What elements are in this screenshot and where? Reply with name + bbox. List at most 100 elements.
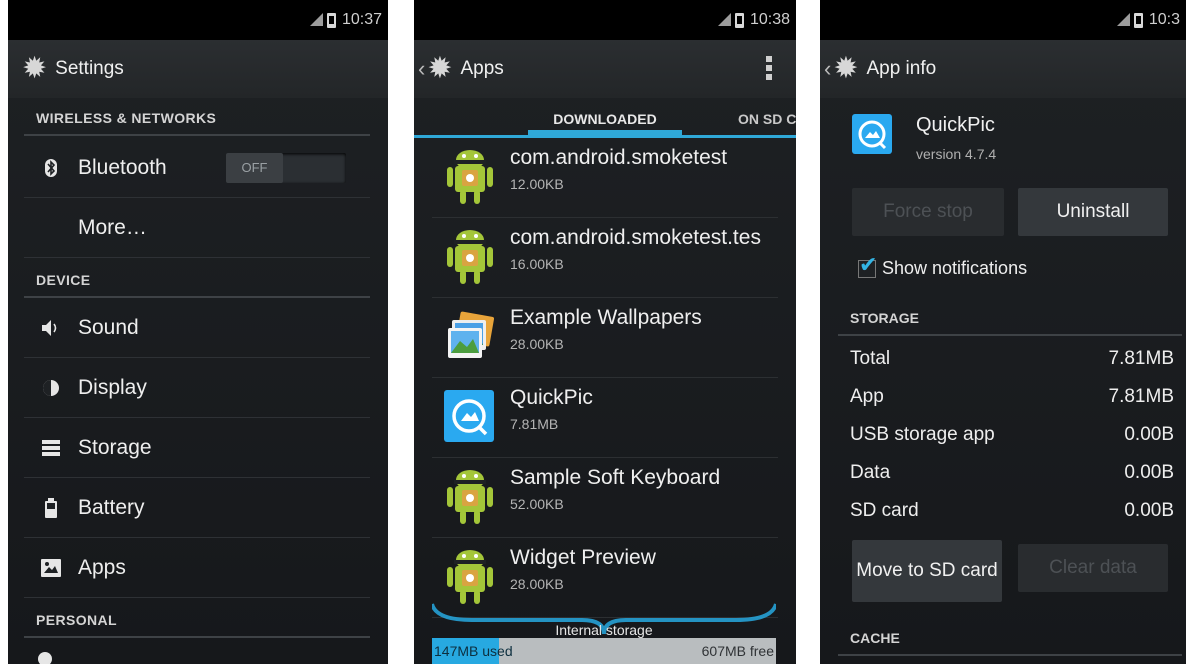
app-size: 52.00KB [510, 496, 564, 512]
section-personal: PERSONAL [24, 600, 370, 638]
app-name: com.android.smoketest [510, 146, 728, 169]
settings-gear-icon: ✹ [833, 52, 859, 85]
app-version: version 4.7.4 [916, 146, 997, 162]
signal-icon [1116, 12, 1130, 26]
settings-item-display[interactable]: Display [24, 358, 370, 418]
bluetooth-label: Bluetooth [78, 155, 167, 179]
storage-used-label: 147MB used [434, 643, 513, 659]
back-chevron-icon[interactable]: ‹ [824, 56, 831, 82]
android-icon [444, 468, 496, 526]
battery-status-icon [1133, 12, 1143, 28]
apps-screen: 10:38 ‹ ✹ Apps DOWNLOADED ON SD C com.an… [414, 0, 796, 664]
storage-detail-label: SD card [850, 500, 919, 521]
app-list-item[interactable]: com.android.smoketest.tes 16.00KB [432, 218, 778, 298]
app-name: Sample Soft Keyboard [510, 466, 721, 489]
storage-detail-value: 7.81MB [1108, 348, 1174, 369]
status-bar: 10:3 [820, 0, 1186, 40]
sound-label: Sound [78, 315, 139, 339]
settings-item-more[interactable]: More… [24, 198, 370, 258]
overflow-menu-icon[interactable] [766, 56, 772, 80]
checkmark-icon: ✔ [859, 251, 878, 277]
app-name: Example Wallpapers [510, 306, 702, 329]
app-size: 28.00KB [510, 576, 564, 592]
signal-icon [309, 12, 323, 26]
page-title: Settings [55, 58, 124, 79]
storage-detail-row: SD card 0.00B [850, 500, 1174, 538]
clear-data-button[interactable]: Clear data [1018, 544, 1168, 592]
action-bar[interactable]: ‹ ✹ Apps [414, 40, 796, 98]
status-bar: 10:38 [414, 0, 796, 40]
page-title: App info [866, 58, 937, 79]
move-to-sd-card-button[interactable]: Move to SD card [852, 540, 1002, 602]
uninstall-button[interactable]: Uninstall [1018, 188, 1168, 236]
tab-strip: DOWNLOADED ON SD C [414, 98, 796, 138]
status-bar: 10:37 [8, 0, 388, 40]
action-bar[interactable]: ‹ ✹ App info [820, 40, 1186, 98]
bluetooth-icon [24, 158, 78, 178]
app-size: 12.00KB [510, 176, 564, 192]
storage-detail-row: App 7.81MB [850, 386, 1174, 424]
apps-icon [24, 558, 78, 577]
storage-icon [24, 439, 78, 456]
app-size: 28.00KB [510, 336, 564, 352]
storage-detail-row: Data 0.00B [850, 462, 1174, 500]
battery-label: Battery [78, 495, 145, 519]
android-icon [444, 228, 496, 286]
display-label: Display [78, 375, 147, 399]
app-size: 16.00KB [510, 256, 564, 272]
tab-on-sd-card[interactable]: ON SD C [738, 98, 796, 127]
section-storage: STORAGE [838, 298, 1182, 336]
storage-detail-label: App [850, 386, 884, 407]
section-cache: CACHE [838, 618, 1182, 656]
section-wireless-networks: WIRELESS & NETWORKS [24, 98, 370, 136]
back-chevron-icon[interactable]: ‹ [418, 56, 425, 82]
storage-free-label: 607MB free [701, 643, 774, 659]
app-size: 7.81MB [510, 416, 559, 432]
storage-detail-label: Total [850, 348, 891, 369]
storage-detail-value: 0.00B [1124, 424, 1174, 445]
app-list-item[interactable]: Sample Soft Keyboard 52.00KB [432, 458, 778, 538]
show-notifications-label: Show notifications [882, 258, 1028, 278]
settings-gear-icon: ✹ [427, 52, 453, 85]
app-list-item[interactable]: Example Wallpapers 28.00KB [432, 298, 778, 378]
battery-status-icon [326, 12, 336, 28]
battery-status-icon [734, 12, 744, 28]
storage-usage-bar: 147MB used 607MB free [432, 638, 776, 664]
status-time: 10:37 [341, 11, 382, 28]
settings-item-sound[interactable]: Sound [24, 298, 370, 358]
app-list-item[interactable]: com.android.smoketest 12.00KB [432, 138, 778, 218]
android-icon [444, 148, 496, 206]
storage-detail-value: 7.81MB [1108, 386, 1174, 407]
storage-label: Internal storage [555, 622, 653, 638]
toggle-off-label: OFF [226, 152, 283, 183]
status-time: 10:38 [749, 11, 790, 28]
section-device: DEVICE [24, 260, 370, 298]
checkbox-box[interactable]: ✔ [858, 252, 877, 278]
storage-detail-label: Data [850, 462, 891, 483]
storage-label: Storage [78, 435, 152, 459]
wallpapers-icon [444, 308, 496, 366]
storage-detail-row: USB storage app 0.00B [850, 424, 1174, 462]
app-name: QuickPic [510, 386, 593, 409]
settings-item-bluetooth[interactable]: Bluetooth OFF [24, 138, 370, 198]
settings-item-apps[interactable]: Apps [24, 538, 370, 598]
action-bar: ✹ Settings [8, 40, 388, 98]
app-list-item[interactable]: QuickPic 7.81MB [432, 378, 778, 458]
bluetooth-toggle[interactable]: OFF [226, 152, 346, 183]
settings-item-battery[interactable]: Battery [24, 478, 370, 538]
signal-icon [717, 12, 731, 26]
page-title: Apps [460, 58, 504, 79]
force-stop-button[interactable]: Force stop [852, 188, 1004, 236]
settings-item-storage[interactable]: Storage [24, 418, 370, 478]
settings-gear-icon: ✹ [22, 52, 48, 85]
app-name: com.android.smoketest.tes [510, 226, 761, 249]
settings-screen: 10:37 ✹ Settings WIRELESS & NETWORKS Blu… [8, 0, 388, 664]
tab-downloaded[interactable]: DOWNLOADED [528, 98, 682, 135]
app-name: QuickPic [916, 114, 995, 136]
more-label: More… [78, 215, 147, 239]
speaker-icon [24, 319, 78, 337]
app-name: Widget Preview [510, 546, 656, 569]
location-icon [38, 652, 52, 664]
show-notifications-checkbox[interactable]: ✔ Show notifications [858, 252, 1028, 279]
storage-detail-value: 0.00B [1124, 500, 1174, 521]
